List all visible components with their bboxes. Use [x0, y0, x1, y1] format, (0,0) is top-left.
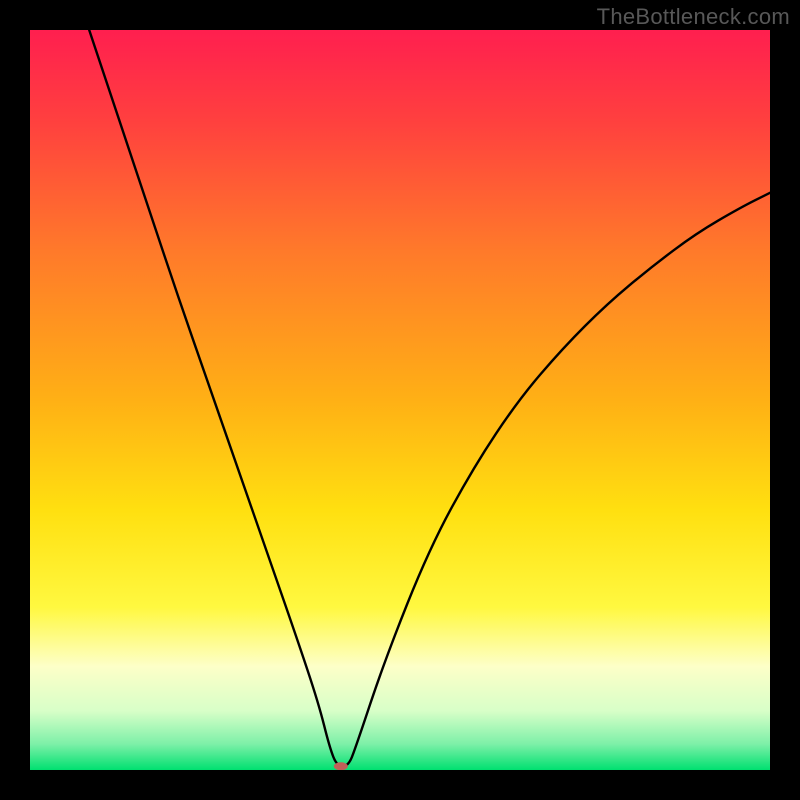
gradient-background [30, 30, 770, 770]
plot-area [30, 30, 770, 770]
chart-frame: TheBottleneck.com [0, 0, 800, 800]
plot-svg [30, 30, 770, 770]
optimal-point-marker [334, 762, 348, 770]
watermark-text: TheBottleneck.com [597, 4, 790, 30]
